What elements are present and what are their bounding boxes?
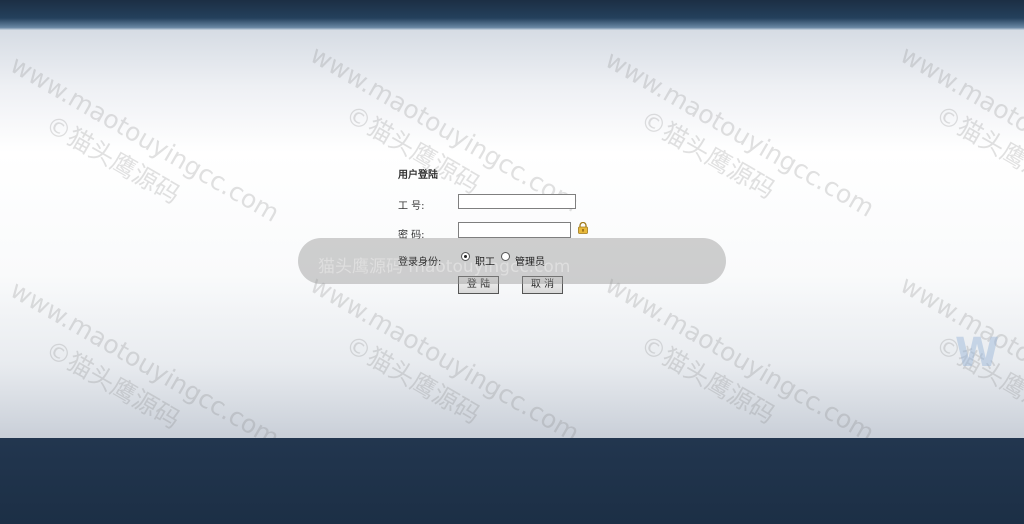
role-radio-employee[interactable] <box>461 252 470 261</box>
background-logo-letters: W <box>955 330 1000 376</box>
role-label-employee: 职工 <box>475 257 495 268</box>
watermark-text: www.maotouyingcc.com ©猫头鹰源码 <box>895 270 1024 438</box>
watermark-text: www.maotouyingcc.com ©猫头鹰源码 <box>305 40 585 218</box>
watermark-text: www.maotouyingcc.com ©猫头鹰源码 <box>895 40 1024 218</box>
employee-id-label: 工 号: <box>398 201 425 212</box>
lock-icon <box>578 222 588 234</box>
form-title: 用户登陆 <box>398 170 438 181</box>
watermark-text: www.maotouyingcc.com ©猫头鹰源码 <box>305 270 585 438</box>
header-bar <box>0 0 1024 30</box>
password-input[interactable] <box>458 222 571 238</box>
watermark-text: www.maotouyingcc.com ©猫头鹰源码 <box>5 275 285 438</box>
watermark-text: www.maotouyingcc.com ©猫头鹰源码 <box>600 45 880 223</box>
role-label: 登录身份: <box>398 257 442 268</box>
watermark-text: www.maotouyingcc.com ©猫头鹰源码 <box>5 50 285 228</box>
role-label-admin: 管理员 <box>515 257 545 268</box>
role-radio-admin[interactable] <box>501 252 510 261</box>
employee-id-input[interactable] <box>458 194 576 209</box>
watermark-text: www.maotouyingcc.com ©猫头鹰源码 <box>600 270 880 438</box>
footer-bar <box>0 438 1024 524</box>
